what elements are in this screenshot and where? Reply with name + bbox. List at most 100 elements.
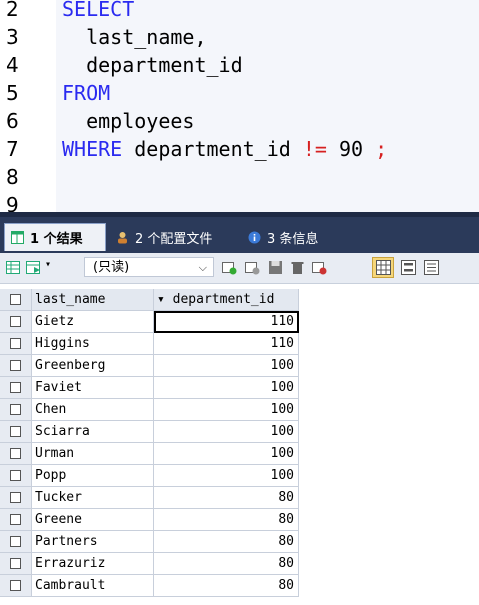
table-row[interactable]: Sciarra 100 <box>0 421 479 443</box>
mode-select-value: (只读) <box>93 260 130 275</box>
checkbox[interactable] <box>10 426 21 437</box>
row-selector[interactable] <box>0 421 32 443</box>
cell-department-id[interactable]: 100 <box>154 355 299 377</box>
row-selector[interactable] <box>0 465 32 487</box>
row-selector[interactable] <box>0 575 32 597</box>
table-row[interactable]: Partners 80 <box>0 531 479 553</box>
cell-last-name[interactable]: Faviet <box>32 377 154 399</box>
mode-select[interactable]: (只读) ⌵ <box>84 257 214 277</box>
cell-department-id[interactable]: 100 <box>154 443 299 465</box>
checkbox[interactable] <box>10 448 21 459</box>
code-area[interactable]: SELECT last_name, department_id FROM empl… <box>56 0 479 212</box>
table-row[interactable]: Gietz 110 <box>0 311 479 333</box>
cell-department-id[interactable]: 100 <box>154 377 299 399</box>
code-token: != <box>302 137 327 161</box>
table-row[interactable]: Popp 100 <box>0 465 479 487</box>
result-grid: last_name ▾ department_id Gietz 110 Higgins 1… <box>0 287 479 605</box>
cell-department-id[interactable]: 80 <box>154 575 299 597</box>
tab-label: 3 条信息 <box>267 231 319 247</box>
result-tab-bar: 1 个结果 2 个配置文件 3 条信息 <box>0 217 479 253</box>
row-selector[interactable] <box>0 399 32 421</box>
form-view-icon[interactable] <box>401 260 416 275</box>
cell-department-id[interactable]: 100 <box>154 421 299 443</box>
text-view-icon[interactable] <box>424 260 439 275</box>
cell-department-id[interactable]: 80 <box>154 487 299 509</box>
checkbox[interactable] <box>10 514 21 525</box>
row-selector[interactable] <box>0 377 32 399</box>
row-selector[interactable] <box>0 311 32 333</box>
duplicate-row-icon[interactable] <box>245 260 260 275</box>
cell-last-name[interactable]: Errazuriz <box>32 553 154 575</box>
sql-editor[interactable]: 2 3 4 5 6 7 8 9 SELECT last_name, department_id… <box>0 0 479 212</box>
column-header-last-name[interactable]: last_name <box>32 289 154 311</box>
checkbox[interactable] <box>10 536 21 547</box>
result-grid-icon <box>11 231 24 244</box>
checkbox[interactable] <box>10 470 21 481</box>
checkbox[interactable] <box>10 492 21 503</box>
cell-last-name[interactable]: Tucker <box>32 487 154 509</box>
row-selector[interactable] <box>0 487 32 509</box>
line-number: 9 <box>6 193 19 212</box>
cell-last-name[interactable]: Partners <box>32 531 154 553</box>
cell-department-id[interactable]: 110 <box>154 333 299 355</box>
cell-department-id[interactable]: 80 <box>154 531 299 553</box>
tab-profile[interactable]: 2 个配置文件 <box>110 223 236 251</box>
table-row[interactable]: Errazuriz 80 <box>0 553 479 575</box>
grid-view-button[interactable] <box>372 257 394 278</box>
table-row[interactable]: Greene 80 <box>0 509 479 531</box>
table-row[interactable]: Cambrault 80 <box>0 575 479 597</box>
tab-results[interactable]: 1 个结果 <box>4 223 106 251</box>
cell-last-name[interactable]: Higgins <box>32 333 154 355</box>
code-token: department_id <box>62 53 243 77</box>
table-row[interactable]: Higgins 110 <box>0 333 479 355</box>
checkbox[interactable] <box>10 360 21 371</box>
row-selector[interactable] <box>0 553 32 575</box>
row-selector[interactable] <box>0 443 32 465</box>
import-grid-icon[interactable] <box>26 260 41 275</box>
checkbox[interactable] <box>10 382 21 393</box>
checkbox[interactable] <box>10 338 21 349</box>
dropdown-arrow-icon[interactable]: ▾ <box>45 259 51 270</box>
checkbox[interactable] <box>10 558 21 569</box>
line-number: 8 <box>6 165 19 189</box>
row-selector[interactable] <box>0 289 32 311</box>
code-line: FROM <box>62 79 110 107</box>
cell-last-name[interactable]: Popp <box>32 465 154 487</box>
code-token: last_name, <box>62 25 207 49</box>
row-selector[interactable] <box>0 531 32 553</box>
table-row[interactable]: Faviet 100 <box>0 377 479 399</box>
table-row[interactable]: Urman 100 <box>0 443 479 465</box>
discard-icon[interactable] <box>312 260 327 275</box>
cell-department-id[interactable]: 80 <box>154 553 299 575</box>
row-selector[interactable] <box>0 355 32 377</box>
cell-department-id[interactable]: 80 <box>154 509 299 531</box>
code-line: WHERE department_id != 90 ; <box>62 135 387 163</box>
table-row[interactable]: Chen 100 <box>0 399 479 421</box>
cell-last-name[interactable]: Urman <box>32 443 154 465</box>
cell-last-name[interactable]: Cambrault <box>32 575 154 597</box>
column-header-department-id[interactable]: ▾ department_id <box>154 289 299 311</box>
delete-icon[interactable] <box>290 260 305 275</box>
cell-department-id[interactable]: 100 <box>154 399 299 421</box>
cell-last-name[interactable]: Chen <box>32 399 154 421</box>
add-row-icon[interactable] <box>222 260 237 275</box>
tab-label: 1 个结果 <box>30 232 83 247</box>
save-icon[interactable] <box>268 260 283 275</box>
cell-last-name[interactable]: Sciarra <box>32 421 154 443</box>
checkbox[interactable] <box>10 580 21 591</box>
table-row[interactable]: Greenberg 100 <box>0 355 479 377</box>
table-row[interactable]: Tucker 80 <box>0 487 479 509</box>
export-grid-icon[interactable] <box>6 260 21 275</box>
grid-header-row[interactable]: last_name ▾ department_id <box>0 289 479 311</box>
row-selector[interactable] <box>0 333 32 355</box>
tab-messages[interactable]: 3 条信息 <box>242 223 334 251</box>
cell-last-name[interactable]: Greene <box>32 509 154 531</box>
cell-last-name[interactable]: Greenberg <box>32 355 154 377</box>
checkbox[interactable] <box>10 404 21 415</box>
cell-department-id[interactable]: 110 <box>154 311 299 333</box>
checkbox[interactable] <box>10 316 21 327</box>
cell-last-name[interactable]: Gietz <box>32 311 154 333</box>
checkbox[interactable] <box>10 294 21 305</box>
cell-department-id[interactable]: 100 <box>154 465 299 487</box>
row-selector[interactable] <box>0 509 32 531</box>
